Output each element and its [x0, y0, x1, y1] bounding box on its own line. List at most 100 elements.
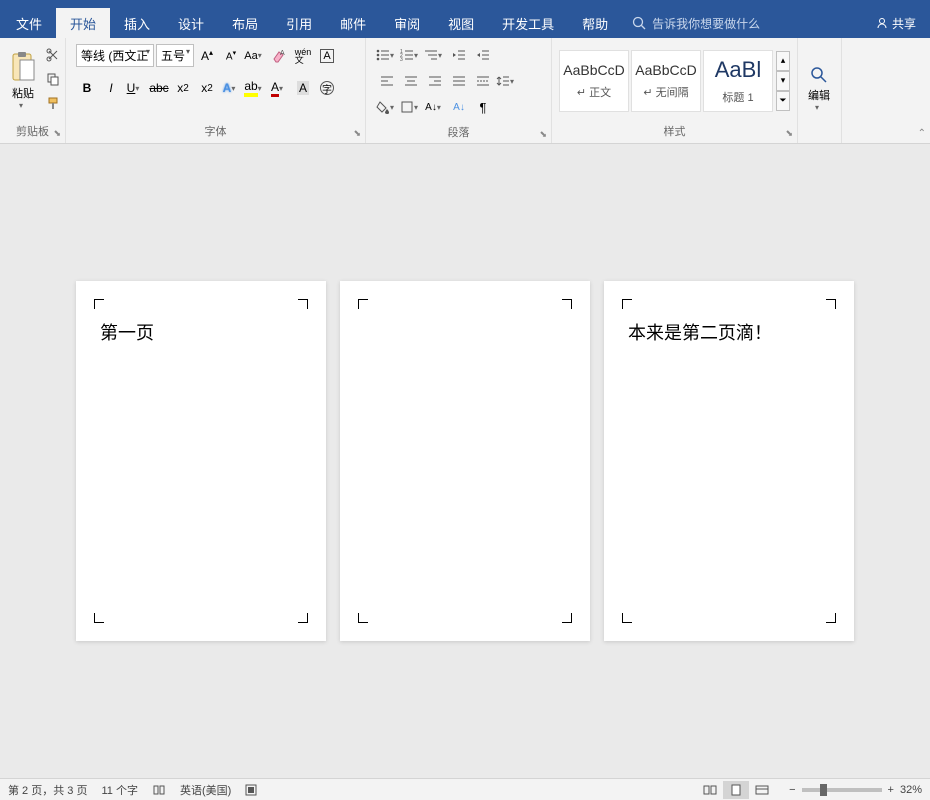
page-3[interactable]: 本来是第二页滴！	[604, 281, 854, 641]
increase-indent-button[interactable]	[472, 44, 494, 66]
group-paragraph: ▾ 123▾ ▾ ▾ ▾ ▾ A↓▾	[366, 38, 552, 143]
align-center-button[interactable]	[400, 70, 422, 92]
align-right-button[interactable]	[424, 70, 446, 92]
document-canvas[interactable]: 第一页 本来是第二页滴！	[0, 144, 930, 778]
group-label-editing	[798, 137, 841, 143]
align-left-button[interactable]	[376, 70, 398, 92]
multilevel-list-button[interactable]: ▾	[424, 44, 446, 66]
paste-dropdown[interactable]: ▾	[19, 101, 27, 110]
char-border-button[interactable]: A	[316, 45, 338, 67]
page-2[interactable]	[340, 281, 590, 641]
style-heading1[interactable]: AaBl标题 1	[703, 50, 773, 112]
status-proofing[interactable]	[152, 784, 166, 796]
paste-label: 粘贴	[12, 85, 34, 101]
share-button[interactable]: 共享	[862, 8, 930, 38]
zoom-level[interactable]: 32%	[900, 784, 922, 796]
styles-expand[interactable]: ⏷	[776, 91, 790, 111]
tab-review[interactable]: 审阅	[380, 8, 434, 38]
grow-font-button[interactable]: A▴	[196, 45, 218, 67]
style-nospacing[interactable]: AaBbCcD↵ 无间隔	[631, 50, 701, 112]
borders-icon	[400, 100, 414, 114]
highlight-button[interactable]: ab▾	[244, 77, 266, 99]
web-layout-button[interactable]	[749, 781, 775, 799]
phonetic-guide-button[interactable]: wén文	[292, 45, 314, 67]
group-editing: 编辑 ▾	[798, 38, 842, 143]
decrease-indent-button[interactable]	[448, 44, 470, 66]
italic-button[interactable]: I	[100, 77, 122, 99]
status-language[interactable]: 英语(美国)	[180, 782, 231, 798]
tab-mail[interactable]: 邮件	[326, 8, 380, 38]
tab-design[interactable]: 设计	[164, 8, 218, 38]
shading-button[interactable]: ▾	[376, 96, 398, 118]
justify-icon	[452, 75, 466, 87]
clear-formatting-button[interactable]: A	[268, 45, 290, 67]
clipboard-launcher[interactable]: ⬊	[53, 128, 61, 139]
tab-references[interactable]: 引用	[272, 8, 326, 38]
superscript-button[interactable]: x2	[196, 77, 218, 99]
zoom-in-button[interactable]: +	[888, 784, 894, 796]
bullets-icon	[376, 49, 390, 61]
justify-button[interactable]	[448, 70, 470, 92]
paste-button[interactable]: 粘贴 ▾	[6, 42, 40, 119]
bold-button[interactable]: B	[76, 77, 98, 99]
tab-insert[interactable]: 插入	[110, 8, 164, 38]
status-macro[interactable]	[245, 784, 257, 796]
styles-scroll-up[interactable]: ▴	[776, 51, 790, 71]
page-1[interactable]: 第一页	[76, 281, 326, 641]
tab-view[interactable]: 视图	[434, 8, 488, 38]
tell-me-search[interactable]: 告诉我你想要做什么	[632, 8, 862, 38]
underline-button[interactable]: U▾	[124, 77, 146, 99]
subscript-button[interactable]: x2	[172, 77, 194, 99]
distribute-button[interactable]	[472, 70, 494, 92]
find-button[interactable]: 编辑 ▾	[804, 42, 834, 135]
group-label-paragraph: 段落⬊	[366, 122, 551, 144]
sort-button[interactable]: A↓	[448, 96, 470, 118]
tab-developer[interactable]: 开发工具	[488, 8, 568, 38]
tab-home[interactable]: 开始	[56, 8, 110, 38]
tab-file[interactable]: 文件	[2, 8, 56, 38]
styles-launcher[interactable]: ⬊	[785, 128, 793, 139]
shrink-font-button[interactable]: A▾	[220, 45, 242, 67]
brush-icon	[46, 96, 60, 110]
styles-scroll-down[interactable]: ▾	[776, 71, 790, 91]
cut-button[interactable]	[42, 44, 64, 66]
tab-help[interactable]: 帮助	[568, 8, 622, 38]
svg-text:A: A	[280, 50, 285, 57]
eraser-icon: A	[271, 49, 287, 63]
style-normal[interactable]: AaBbCcD↵ 正文	[559, 50, 629, 112]
enclose-char-button[interactable]: 字	[316, 77, 338, 99]
text-effects-button[interactable]: A▾	[220, 77, 242, 99]
indent-icon	[476, 49, 490, 61]
font-name-combo[interactable]: 等线 (西文正	[76, 44, 154, 67]
status-words[interactable]: 11 个字	[101, 782, 137, 798]
zoom-slider[interactable]	[802, 788, 882, 792]
share-label: 共享	[892, 15, 916, 32]
bullets-button[interactable]: ▾	[376, 44, 398, 66]
align-center-icon	[404, 75, 418, 87]
copy-button[interactable]	[42, 68, 64, 90]
strikethrough-button[interactable]: abc	[148, 77, 170, 99]
show-marks-button[interactable]: ¶	[472, 96, 494, 118]
font-launcher[interactable]: ⬊	[353, 128, 361, 139]
status-page[interactable]: 第 2 页，共 3 页	[8, 782, 87, 798]
format-painter-button[interactable]	[42, 92, 64, 114]
zoom-out-button[interactable]: −	[789, 784, 795, 796]
font-color-button[interactable]: A▾	[268, 77, 290, 99]
asian-layout-button[interactable]: A↓▾	[424, 96, 446, 118]
title-bar	[0, 0, 930, 8]
numbering-button[interactable]: 123▾	[400, 44, 422, 66]
borders-button[interactable]: ▾	[400, 96, 422, 118]
line-spacing-button[interactable]: ▾	[496, 70, 518, 92]
paragraph-launcher[interactable]: ⬊	[539, 129, 547, 140]
read-mode-button[interactable]	[697, 781, 723, 799]
char-shading-button[interactable]: A	[292, 77, 314, 99]
change-case-button[interactable]: Aa▾	[244, 45, 266, 67]
collapse-ribbon-button[interactable]: ⌃	[918, 128, 926, 139]
svg-text:3: 3	[400, 57, 403, 61]
tab-layout[interactable]: 布局	[218, 8, 272, 38]
editing-dropdown[interactable]: ▾	[815, 103, 823, 112]
paint-bucket-icon	[376, 100, 390, 114]
print-layout-button[interactable]	[723, 781, 749, 799]
magnifier-icon	[809, 65, 829, 85]
font-size-combo[interactable]: 五号	[156, 44, 194, 67]
